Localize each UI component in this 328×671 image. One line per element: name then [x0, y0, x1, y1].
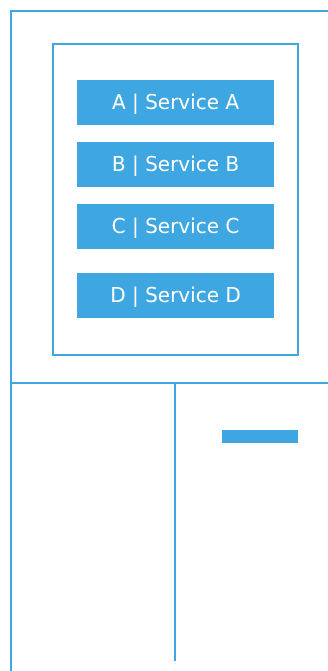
- service-b-button[interactable]: B | Service B: [77, 142, 274, 187]
- accent-bar: [222, 430, 298, 443]
- service-c-button[interactable]: C | Service C: [77, 204, 274, 249]
- vertical-divider: [174, 383, 176, 661]
- service-a-button[interactable]: A | Service A: [77, 80, 274, 125]
- horizontal-divider: [10, 382, 328, 384]
- service-d-button[interactable]: D | Service D: [77, 273, 274, 318]
